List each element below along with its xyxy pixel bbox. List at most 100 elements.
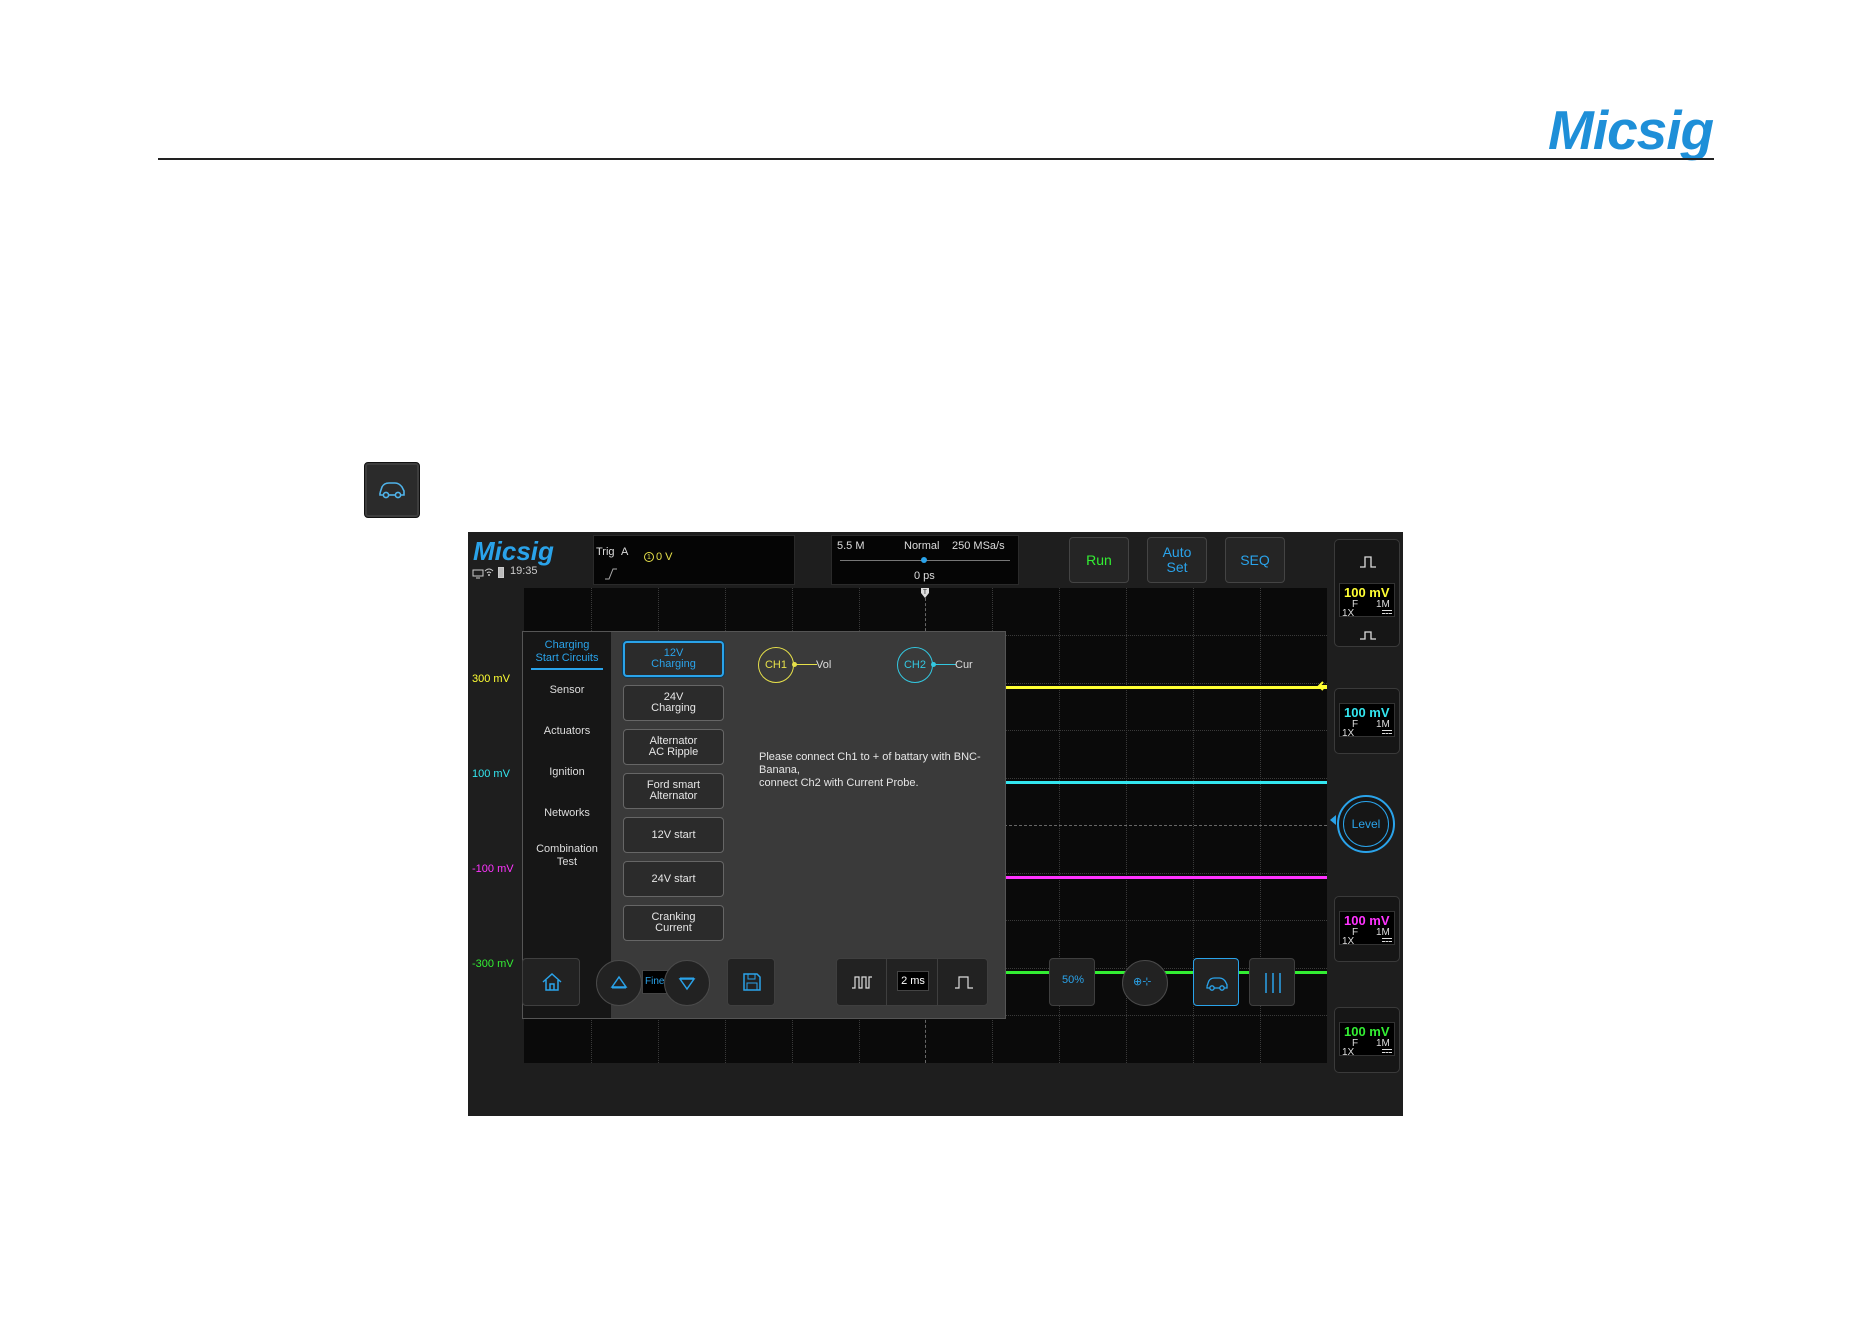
category-charging[interactable]: Charging Start Circuits bbox=[523, 639, 611, 665]
scope-logo: Micsig bbox=[473, 536, 554, 566]
ch2-probe-icon: CH2 bbox=[897, 647, 933, 683]
status-icons bbox=[472, 566, 484, 584]
car-mode-key[interactable] bbox=[364, 462, 420, 518]
category-selected-underline bbox=[531, 668, 603, 670]
run-button[interactable]: Run bbox=[1069, 537, 1129, 583]
ch4-scale-box[interactable]: 100 mV F 1M 1X bbox=[1339, 1022, 1395, 1058]
monitor-icon bbox=[472, 569, 484, 579]
timebase-control[interactable]: 2 ms bbox=[836, 958, 988, 1006]
fifty-percent-label: 50% bbox=[1062, 974, 1085, 986]
trigger-panel[interactable]: Trig A 1 0 V bbox=[593, 535, 795, 585]
home-icon bbox=[542, 972, 562, 991]
test-12v-start[interactable]: 12V start bbox=[623, 817, 724, 853]
wifi-icon bbox=[484, 568, 494, 576]
category-line2: Test bbox=[556, 856, 578, 868]
ch3-impedance: 1M bbox=[1376, 927, 1390, 938]
compress-pulse-icon bbox=[852, 976, 872, 989]
memory-depth: 5.5 M bbox=[837, 540, 865, 552]
trigger-level: 0 V bbox=[656, 551, 673, 563]
category-combination-test[interactable]: Combination Test bbox=[523, 843, 611, 869]
dc-coupling-icon bbox=[1382, 1049, 1392, 1053]
ch3-offset-label: -100 mV bbox=[472, 863, 514, 875]
battery-icon bbox=[498, 567, 504, 578]
timebase-value: 2 ms bbox=[897, 971, 929, 991]
ch4-probe-ratio: 1X bbox=[1342, 1047, 1355, 1058]
acquisition-panel[interactable]: 5.5 M Normal 250 MSa/s 0 ps bbox=[831, 535, 1019, 585]
scroll-up-button[interactable] bbox=[596, 960, 642, 1006]
ch1-panel[interactable]: 100 mV F 1M 1X bbox=[1334, 539, 1400, 647]
seq-button[interactable]: SEQ bbox=[1225, 537, 1285, 583]
category-line2: Start Circuits bbox=[535, 652, 599, 664]
ch4-offset-label: -300 mV bbox=[472, 958, 514, 970]
trigger-source: A bbox=[621, 546, 629, 558]
test-ford-smart-alternator[interactable]: Ford smart Alternator bbox=[623, 773, 724, 809]
save-button[interactable] bbox=[727, 958, 775, 1006]
test-line2: Current bbox=[655, 922, 692, 934]
auto-set-line2: Set bbox=[1166, 559, 1188, 575]
category-line1: Combination bbox=[536, 843, 598, 855]
horizontal-position: 0 ps bbox=[914, 570, 935, 582]
dc-coupling-icon bbox=[1382, 610, 1392, 614]
test-24v-charging[interactable]: 24V Charging bbox=[623, 685, 724, 721]
category-networks[interactable]: Networks bbox=[523, 807, 611, 820]
trigger-label: Trig bbox=[596, 546, 615, 558]
ch2-scale: 100 mV bbox=[1344, 705, 1390, 720]
scroll-down-button[interactable] bbox=[664, 960, 710, 1006]
header-rule bbox=[158, 158, 1714, 160]
category-ignition[interactable]: Ignition bbox=[523, 766, 611, 779]
auto-set-button[interactable]: Auto Set bbox=[1147, 537, 1207, 583]
ch1-probe-dot bbox=[792, 662, 797, 667]
ch1-probe-ratio: 1X bbox=[1342, 608, 1355, 619]
trigger-position-marker[interactable]: T bbox=[920, 587, 930, 599]
svg-text:T: T bbox=[923, 590, 927, 596]
dc-coupling-icon bbox=[1382, 938, 1392, 942]
test-12v-charging[interactable]: 12V Charging bbox=[623, 641, 724, 677]
fifty-percent-button[interactable]: 50% bbox=[1049, 958, 1095, 1006]
zoom-button[interactable]: ⊕⊹ bbox=[1122, 960, 1168, 1006]
save-icon bbox=[743, 973, 761, 991]
timebase-increase[interactable] bbox=[937, 959, 989, 1005]
category-sensor[interactable]: Sensor bbox=[523, 684, 611, 697]
ch2-offset-label: 100 mV bbox=[472, 768, 510, 780]
test-cranking-current[interactable]: Cranking Current bbox=[623, 905, 724, 941]
pulse-icon bbox=[1360, 556, 1376, 568]
ch3-scale: 100 mV bbox=[1344, 913, 1390, 928]
ch3-probe-ratio: 1X bbox=[1342, 936, 1355, 947]
test-line2: AC Ripple bbox=[648, 746, 699, 758]
zoom-icon: ⊕⊹ bbox=[1133, 976, 1152, 988]
cursor-button[interactable] bbox=[1249, 958, 1295, 1006]
level-knob[interactable]: Level bbox=[1337, 795, 1395, 853]
auto-set-line1: Auto bbox=[1162, 544, 1192, 560]
test-24v-start[interactable]: 24V start bbox=[623, 861, 724, 897]
ch2-signal-label: Cur bbox=[955, 659, 973, 671]
timebase-decrease[interactable] bbox=[837, 959, 887, 1005]
level-pointer-icon bbox=[1330, 815, 1336, 825]
triangle-down-icon bbox=[678, 977, 696, 991]
level-label: Level bbox=[1343, 801, 1389, 847]
fine-label: Fine bbox=[645, 976, 665, 987]
ch1-scale-box[interactable]: 100 mV F 1M 1X bbox=[1339, 583, 1395, 619]
expand-pulse-icon bbox=[955, 976, 973, 989]
home-button[interactable] bbox=[522, 958, 580, 1006]
triangle-up-icon bbox=[610, 975, 628, 989]
ch1-probe-icon: CH1 bbox=[758, 647, 794, 683]
category-line1: Charging bbox=[544, 639, 590, 651]
test-line2: Charging bbox=[651, 702, 696, 714]
ch2-scale-box[interactable]: 100 mV F 1M 1X bbox=[1339, 703, 1395, 739]
connection-instructions: Please connect Ch1 to + of battary with … bbox=[759, 751, 1005, 790]
ch3-scale-box[interactable]: 100 mV F 1M 1X bbox=[1339, 911, 1395, 947]
sample-rate: 250 MSa/s bbox=[952, 540, 1005, 552]
car-icon bbox=[379, 482, 405, 499]
ch4-panel[interactable]: 100 mV F 1M 1X bbox=[1334, 1007, 1400, 1073]
instruction-line1: Please connect Ch1 to + of battary with … bbox=[759, 751, 981, 776]
ch2-panel[interactable]: 100 mV F 1M 1X bbox=[1334, 688, 1400, 754]
ch2-impedance: 1M bbox=[1376, 719, 1390, 730]
test-alternator-ripple[interactable]: Alternator AC Ripple bbox=[623, 729, 724, 765]
ch3-panel[interactable]: 100 mV F 1M 1X bbox=[1334, 896, 1400, 962]
category-actuators[interactable]: Actuators bbox=[523, 725, 611, 738]
automotive-button[interactable] bbox=[1193, 958, 1239, 1006]
trigger-channel-icon: 1 bbox=[644, 552, 654, 562]
memory-position-marker bbox=[921, 557, 927, 563]
trigger-level-arrow[interactable] bbox=[1316, 680, 1328, 692]
pulse-icon bbox=[1360, 631, 1376, 640]
